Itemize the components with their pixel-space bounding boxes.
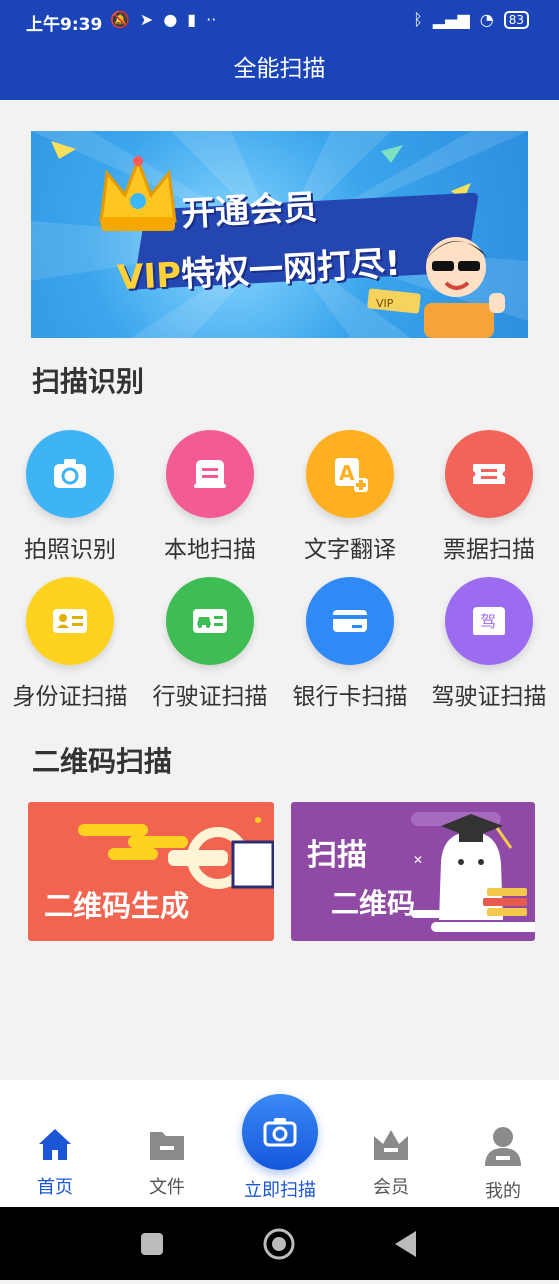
feature-bank-card[interactable]: 银行卡扫描	[280, 577, 420, 711]
driver-license-icon: 驾	[445, 577, 533, 665]
tab-files[interactable]: 文件	[122, 1124, 212, 1199]
crown-icon	[99, 156, 177, 231]
scan-now-label[interactable]: 立即扫描	[230, 1176, 330, 1202]
status-bar: 上午9:39 🔕 ➤ ● ▮ ·· ᛒ ▂▄▆ ◔ 83	[0, 0, 559, 42]
folder-icon	[150, 1132, 184, 1160]
signal-icon: ▂▄▆	[432, 10, 470, 29]
cartoon-man-icon: VIP	[367, 237, 505, 338]
bank-card-icon	[306, 577, 394, 665]
tab-mine[interactable]: 我的	[458, 1124, 548, 1203]
battery-icon: 83	[503, 10, 529, 29]
app-header: 全能扫描	[0, 42, 559, 100]
tab-mine-label: 我的	[485, 1181, 521, 1202]
back-icon[interactable]	[395, 1231, 416, 1257]
banner-vip: VIP	[116, 255, 183, 299]
qr-generate-card[interactable]: 二维码生成	[28, 802, 274, 941]
feature-label: 票据扫描	[443, 537, 535, 563]
wifi-icon: ◔	[479, 10, 494, 29]
qr-scan-card[interactable]: ✕ 扫描 二维码	[291, 802, 535, 941]
feature-label: 拍照识别	[24, 537, 116, 563]
tab-member-label: 会员	[373, 1177, 409, 1198]
bluetooth-icon: ᛒ	[413, 10, 423, 29]
mute-alarm-icon: 🔕	[110, 10, 130, 29]
svg-text:✕: ✕	[413, 853, 423, 867]
notification-icons: 🔕 ➤ ● ▮ ··	[110, 10, 216, 29]
feature-label: 本地扫描	[164, 537, 256, 563]
tab-member[interactable]: 会员	[346, 1124, 436, 1199]
feature-document[interactable]: 本地扫描	[140, 430, 280, 564]
banner-title: 开通会员	[180, 187, 319, 235]
ticket-icon	[445, 430, 533, 518]
system-nav-bar	[0, 1207, 559, 1280]
feature-label: 驾驶证扫描	[431, 684, 547, 710]
feature-vehicle-license[interactable]: 行驶证扫描	[140, 577, 280, 711]
feature-id-card[interactable]: 身份证扫描	[0, 577, 140, 711]
feature-label: 文字翻译	[304, 537, 396, 563]
system-nav-icons	[141, 1228, 416, 1260]
member-crown-icon	[374, 1130, 408, 1160]
telegram-icon: ➤	[139, 10, 154, 29]
camera-icon	[26, 430, 114, 518]
svg-text:A: A	[339, 461, 355, 485]
svg-text:驾: 驾	[480, 612, 496, 631]
vip-card-text: VIP	[376, 297, 394, 310]
home-icon	[39, 1129, 71, 1160]
vip-banner[interactable]: 开通会员 VIP特权一网打尽! VIP	[31, 131, 528, 338]
feature-driver-license[interactable]: 驾驾驶证扫描	[419, 577, 559, 711]
qr-generate-label: 二维码生成	[44, 889, 190, 923]
section-title-scan: 扫描识别	[32, 365, 145, 398]
vehicle-license-icon	[166, 577, 254, 665]
recent-apps-icon[interactable]	[141, 1233, 163, 1255]
qr-scan-label-2: 二维码	[331, 887, 416, 920]
feature-label: 行驶证扫描	[152, 684, 268, 710]
section-title-qrcode: 二维码扫描	[32, 745, 173, 778]
more-dots-icon: ··	[206, 10, 217, 29]
message-icon: ●	[163, 10, 178, 29]
trash-icon: ▮	[187, 10, 197, 29]
tab-home-label: 首页	[37, 1177, 73, 1198]
scan-now-button[interactable]	[242, 1094, 318, 1170]
page-title: 全能扫描	[233, 56, 326, 82]
document-icon	[166, 430, 254, 518]
status-time: 上午9:39	[26, 15, 103, 35]
tab-files-label: 文件	[149, 1177, 185, 1198]
feature-ticket[interactable]: 票据扫描	[419, 430, 559, 564]
id-card-icon	[26, 577, 114, 665]
feature-label: 银行卡扫描	[292, 684, 408, 710]
bottom-nav: 首页 文件 立即扫描 会员 我的	[0, 1080, 559, 1207]
camera-icon	[263, 1118, 297, 1147]
translate-icon: A	[306, 430, 394, 518]
feature-translate[interactable]: A 文字翻译	[280, 430, 420, 564]
user-icon	[485, 1127, 521, 1166]
system-icons: ᛒ ▂▄▆ ◔ 83	[413, 10, 529, 29]
qr-scan-label-1: 扫描	[307, 838, 367, 873]
battery-level: 83	[508, 12, 524, 27]
feature-camera[interactable]: 拍照识别	[0, 430, 140, 564]
tab-home[interactable]: 首页	[10, 1124, 100, 1199]
feature-label: 身份证扫描	[12, 684, 128, 710]
